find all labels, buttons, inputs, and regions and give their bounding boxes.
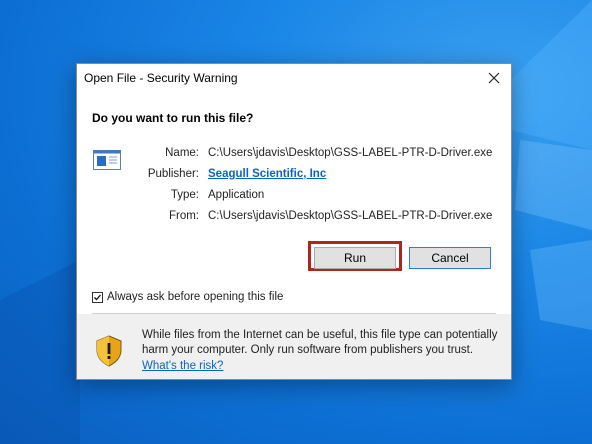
close-icon xyxy=(488,72,500,84)
always-ask-label: Always ask before opening this file xyxy=(107,291,284,303)
application-file-icon xyxy=(93,150,121,170)
always-ask-checkbox[interactable] xyxy=(92,291,103,303)
name-label: Name: xyxy=(165,147,199,159)
always-ask-option[interactable]: Always ask before opening this file xyxy=(92,291,283,303)
publisher-label: Publisher: xyxy=(147,168,199,180)
from-label: From: xyxy=(168,210,199,222)
warning-text: While files from the Internet can be use… xyxy=(142,329,498,356)
warning-footer: While files from the Internet can be use… xyxy=(77,314,511,379)
type-label: Type: xyxy=(170,189,199,201)
from-value: C:\Users\jdavis\Desktop\GSS-LABEL-PTR-D-… xyxy=(208,210,493,222)
risk-link[interactable]: What's the risk? xyxy=(142,360,223,372)
checkmark-icon xyxy=(94,294,101,300)
dialog-title: Open File - Security Warning xyxy=(84,71,238,85)
type-value: Application xyxy=(208,189,265,201)
dialog-question: Do you want to run this file? xyxy=(92,111,254,125)
title-bar: Open File - Security Warning xyxy=(77,64,511,92)
security-warning-dialog: Open File - Security Warning Do you want… xyxy=(76,63,512,380)
name-value: C:\Users\jdavis\Desktop\GSS-LABEL-PTR-D-… xyxy=(208,147,493,159)
cancel-button[interactable]: Cancel xyxy=(409,247,491,269)
publisher-link[interactable]: Seagull Scientific, Inc xyxy=(208,168,326,180)
security-shield-icon xyxy=(96,335,122,367)
close-button[interactable] xyxy=(481,66,507,90)
run-button[interactable]: Run xyxy=(314,247,396,269)
